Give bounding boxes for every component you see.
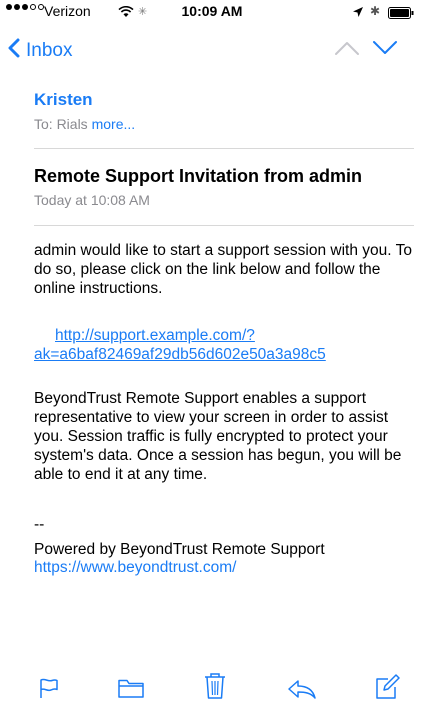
back-button-label: Inbox <box>26 39 73 61</box>
bluetooth-icon: ✱ <box>370 4 381 18</box>
header-divider <box>34 148 414 149</box>
support-link-line-1[interactable]: http://support.example.com/? <box>55 326 424 345</box>
powered-by-text: Powered by BeyondTrust Remote Support <box>34 541 325 558</box>
navigation-bar: Inbox <box>0 22 424 76</box>
recipients-text: To: Rials <box>34 116 88 132</box>
body-paragraph-intro: admin would like to start a support sess… <box>34 242 412 297</box>
body-paragraph-description: BeyondTrust Remote Support enables a sup… <box>34 390 402 483</box>
beyondtrust-website-link[interactable]: https://www.beyondtrust.com/ <box>34 559 236 577</box>
next-message-chevron-down-icon[interactable] <box>372 40 398 61</box>
chevron-left-icon <box>8 38 20 63</box>
message-date: Today at 10:08 AM <box>34 192 150 208</box>
support-link-line-2[interactable]: ak=a6baf82469af29db56d602e50a3a98c5 <box>34 345 416 364</box>
more-recipients-link[interactable]: more... <box>92 116 136 132</box>
folder-icon[interactable] <box>117 677 145 704</box>
signature-separator: -- <box>34 516 45 533</box>
flag-icon[interactable] <box>38 677 60 704</box>
status-bar: Verizon ✳ 10:09 AM ✱ <box>0 0 424 22</box>
trash-icon[interactable] <box>203 672 227 705</box>
subject-divider <box>34 225 414 226</box>
message-subject: Remote Support Invitation from admin <box>34 166 363 186</box>
reply-icon[interactable] <box>287 679 317 704</box>
location-arrow-icon <box>352 5 364 21</box>
bottom-toolbar <box>0 665 424 711</box>
back-to-inbox-button[interactable]: Inbox <box>8 38 72 63</box>
previous-message-chevron-up-icon[interactable] <box>334 40 360 61</box>
recipients-line: To: Rials more... <box>34 116 135 132</box>
battery-icon <box>388 6 414 22</box>
compose-icon[interactable] <box>374 674 400 705</box>
sender-name[interactable]: Kristen <box>34 90 93 110</box>
